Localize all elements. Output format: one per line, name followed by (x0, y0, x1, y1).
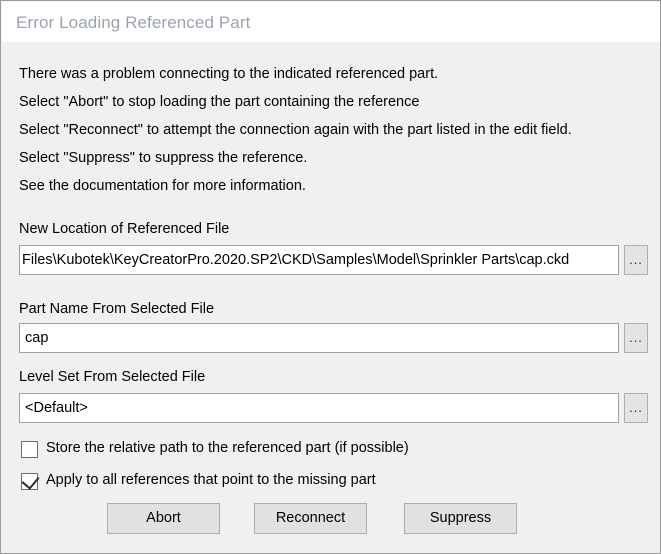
message-line-3: Select "Reconnect" to attempt the connec… (19, 122, 572, 138)
dialog-body: There was a problem connecting to the in… (2, 42, 660, 553)
checkbox-store-relative-path[interactable] (21, 441, 38, 458)
new-location-input[interactable]: Files\Kubotek\KeyCreatorPro.2020.SP2\CKD… (19, 245, 619, 275)
new-location-value: Files\Kubotek\KeyCreatorPro.2020.SP2\CKD… (22, 252, 570, 268)
checkbox-apply-all-references[interactable] (21, 471, 40, 490)
message-line-2: Select "Abort" to stop loading the part … (19, 94, 420, 110)
label-new-location: New Location of Referenced File (19, 221, 230, 237)
part-name-input[interactable]: cap (19, 323, 619, 353)
error-loading-referenced-part-dialog: Error Loading Referenced Part There was … (0, 0, 661, 554)
reconnect-button[interactable]: Reconnect (254, 503, 367, 534)
level-set-input[interactable]: <Default> (19, 393, 619, 423)
dialog-titlebar: Error Loading Referenced Part (2, 2, 660, 42)
dialog-title: Error Loading Referenced Part (16, 13, 251, 32)
checkbox-label-store-relative-path: Store the relative path to the reference… (46, 440, 409, 456)
checkbox-label-apply-all-references: Apply to all references that point to th… (46, 472, 376, 488)
message-line-1: There was a problem connecting to the in… (19, 66, 439, 82)
check-icon (21, 471, 40, 490)
browse-new-location-button[interactable]: ... (624, 245, 648, 275)
browse-level-set-button[interactable]: ... (624, 393, 648, 423)
message-line-4: Select "Suppress" to suppress the refere… (19, 150, 308, 166)
suppress-button[interactable]: Suppress (404, 503, 517, 534)
abort-button[interactable]: Abort (107, 503, 220, 534)
message-line-5: See the documentation for more informati… (19, 178, 306, 194)
label-level-set: Level Set From Selected File (19, 369, 206, 385)
label-part-name: Part Name From Selected File (19, 301, 215, 317)
browse-part-name-button[interactable]: ... (624, 323, 648, 353)
